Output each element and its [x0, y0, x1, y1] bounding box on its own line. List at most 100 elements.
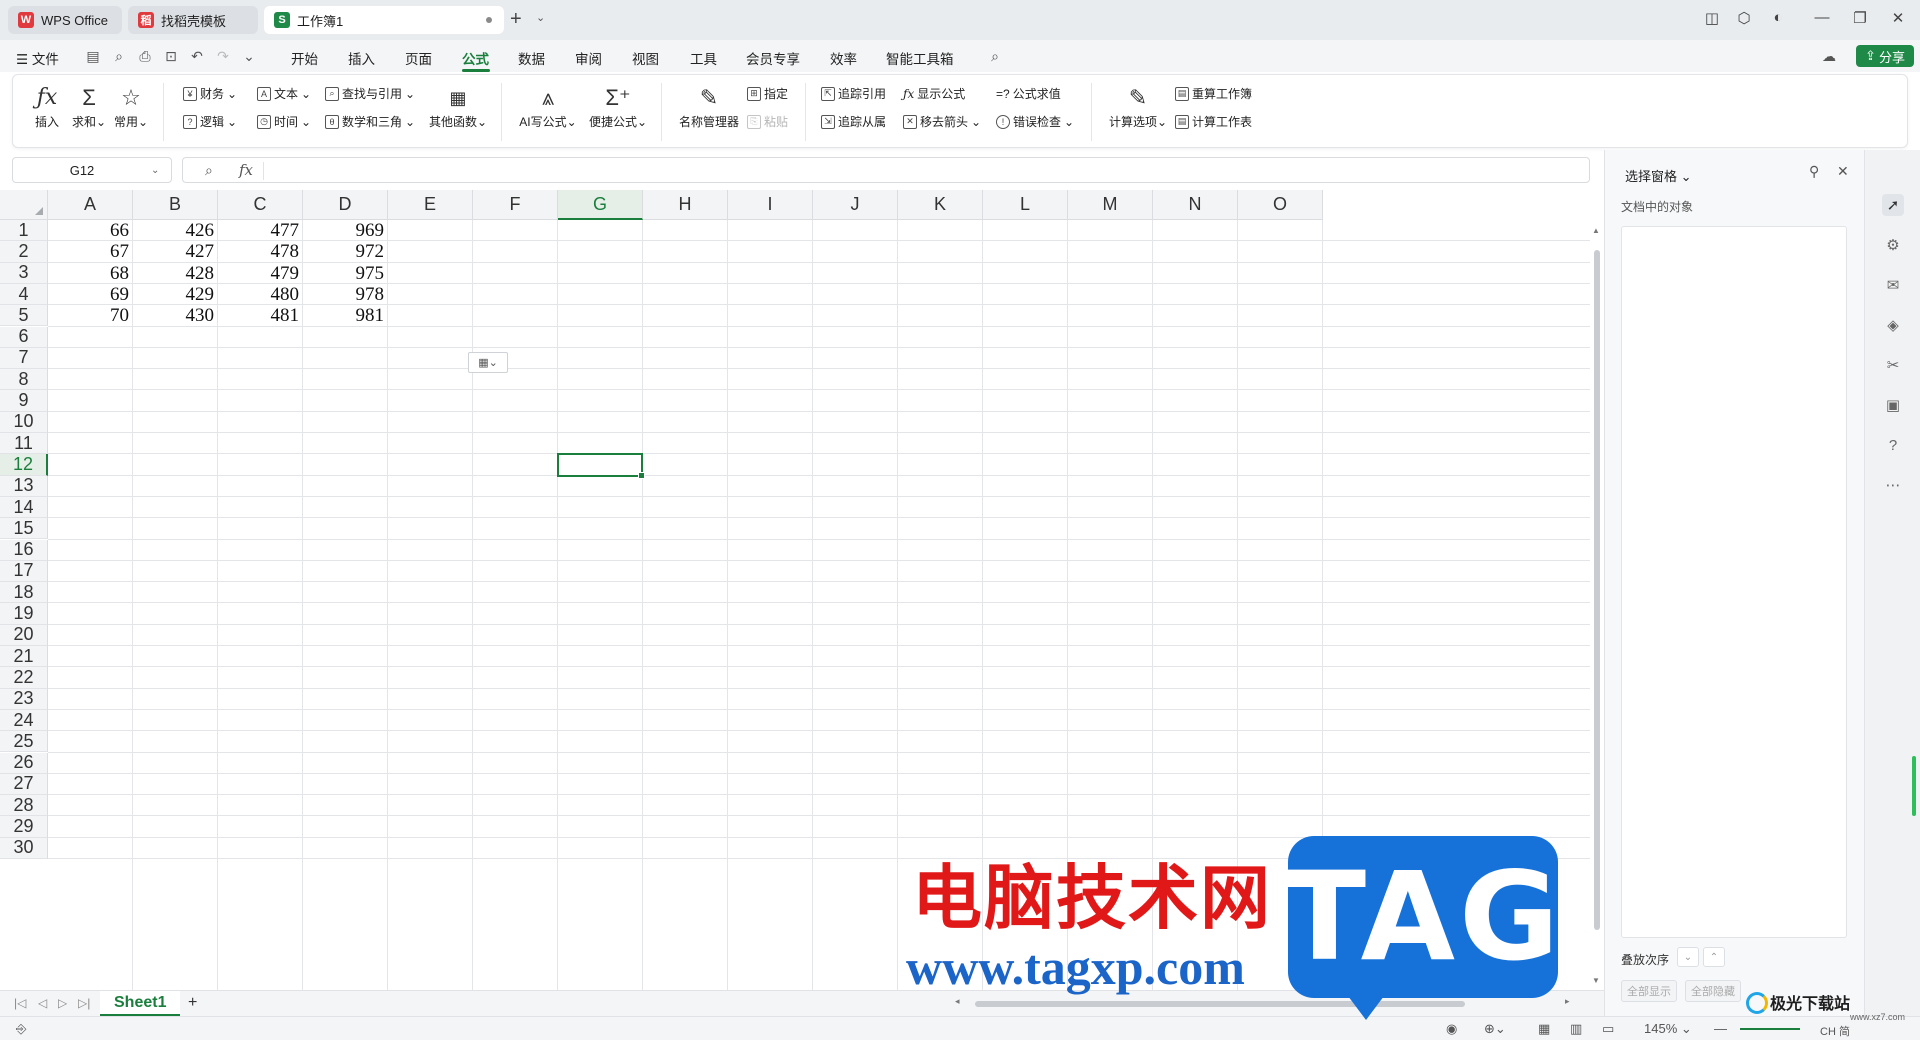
scrollbar-thumb[interactable]: [975, 1001, 1465, 1007]
normal-view-icon[interactable]: ▦: [1538, 1021, 1550, 1037]
cell-d5[interactable]: 981: [303, 305, 388, 326]
logic-button[interactable]: ? 逻辑 ⌄: [183, 113, 237, 130]
row-header-24[interactable]: 24: [0, 710, 48, 732]
zoom-out-icon[interactable]: —: [1714, 1021, 1727, 1036]
row-header-3[interactable]: 3: [0, 262, 48, 284]
print-icon[interactable]: ⎙: [136, 48, 154, 65]
tab-insert[interactable]: 插入: [348, 48, 375, 68]
vertical-scrollbar[interactable]: ▲ ▼: [1590, 220, 1604, 990]
eye-protection-icon[interactable]: ◉: [1446, 1021, 1457, 1037]
paste-options-button[interactable]: ▦⌄: [468, 352, 508, 373]
print-preview-icon[interactable]: ⊡: [162, 48, 180, 65]
evaluate-formula-button[interactable]: =? 公式求值: [996, 85, 1061, 102]
zoom-formula-icon[interactable]: ⌕: [205, 162, 213, 179]
row-header-29[interactable]: 29: [0, 816, 48, 838]
paste-names-button[interactable]: ⎘ 粘贴: [747, 113, 788, 130]
cell-c2[interactable]: 478: [218, 241, 303, 262]
trace-precedents-button[interactable]: ⇱ 追踪引用: [821, 85, 886, 102]
row-header-30[interactable]: 30: [0, 837, 48, 859]
page-break-icon[interactable]: ▭: [1602, 1021, 1614, 1037]
select-pointer-icon[interactable]: ➚: [1882, 194, 1904, 216]
recalc-workbook-button[interactable]: ▤ 重算工作簿: [1175, 85, 1252, 102]
math-button[interactable]: θ 数学和三角 ⌄: [325, 113, 415, 130]
specify-button[interactable]: ⊞ 指定: [747, 85, 788, 102]
row-header-25[interactable]: 25: [0, 731, 48, 753]
trace-dependents-button[interactable]: ⇲ 追踪从属: [821, 113, 886, 130]
column-header-a[interactable]: A: [48, 190, 133, 220]
name-box[interactable]: G12 ⌄: [12, 157, 172, 183]
tab-review[interactable]: 审阅: [575, 48, 602, 68]
error-check-button[interactable]: ! 错误检查 ⌄: [996, 113, 1074, 130]
column-header-l[interactable]: L: [983, 190, 1068, 220]
row-header-21[interactable]: 21: [0, 646, 48, 668]
add-sheet-button[interactable]: +: [188, 994, 197, 1012]
quick-formula-button[interactable]: Σ⁺ 便捷公式⌄: [585, 83, 651, 130]
text-button[interactable]: A 文本 ⌄: [257, 85, 311, 102]
cell-c4[interactable]: 480: [218, 284, 303, 305]
row-header-7[interactable]: 7: [0, 347, 48, 370]
tab-formulas[interactable]: 公式: [462, 48, 489, 68]
row-header-12[interactable]: 12: [0, 454, 48, 476]
row-header-13[interactable]: 13: [0, 475, 48, 497]
cell-d1[interactable]: 969: [303, 220, 388, 241]
common-functions-button[interactable]: ☆ 常用⌄: [105, 83, 157, 130]
tab-home[interactable]: 开始: [291, 48, 318, 68]
read-mode-icon[interactable]: ▣: [1882, 394, 1904, 416]
tools-icon[interactable]: ✂: [1882, 354, 1904, 376]
column-header-b[interactable]: B: [133, 190, 218, 220]
tab-template[interactable]: 稻 找稻壳模板: [128, 6, 258, 34]
column-header-k[interactable]: K: [898, 190, 983, 220]
active-cell-selection[interactable]: [557, 453, 645, 479]
smart-analysis-icon[interactable]: ◈: [1882, 314, 1904, 336]
tab-data[interactable]: 数据: [518, 48, 545, 68]
column-header-o[interactable]: O: [1238, 190, 1323, 220]
column-header-i[interactable]: I: [728, 190, 813, 220]
row-header-1[interactable]: 1: [0, 220, 48, 242]
cell-d2[interactable]: 972: [303, 241, 388, 262]
column-header-g[interactable]: G: [558, 190, 643, 220]
comment-icon[interactable]: ✉: [1882, 274, 1904, 296]
prev-sheet-icon[interactable]: ◁: [38, 996, 47, 1010]
row-header-10[interactable]: 10: [0, 411, 48, 433]
undo-icon[interactable]: ↶: [188, 48, 206, 65]
quick-access-chevron-icon[interactable]: ⌄: [240, 48, 258, 65]
cell-a3[interactable]: 68: [48, 263, 133, 284]
unsaved-dot-icon[interactable]: [486, 17, 492, 23]
format-painter-icon[interactable]: ⌕: [110, 48, 128, 65]
share-button[interactable]: ⇪ 分享: [1856, 45, 1914, 67]
tab-page[interactable]: 页面: [405, 48, 432, 68]
cell-b5[interactable]: 430: [133, 305, 218, 326]
row-header-16[interactable]: 16: [0, 539, 48, 561]
cell-a4[interactable]: 69: [48, 284, 133, 305]
more-icon[interactable]: ⋯: [1882, 474, 1904, 496]
cube-icon[interactable]: ⬡: [1734, 9, 1754, 27]
time-button[interactable]: ◷ 时间 ⌄: [257, 113, 311, 130]
tab-member[interactable]: 会员专享: [746, 48, 800, 68]
row-header-17[interactable]: 17: [0, 560, 48, 583]
row-header-11[interactable]: 11: [0, 433, 48, 455]
show-formulas-button[interactable]: ƒx 显示公式: [903, 85, 965, 102]
cell-b2[interactable]: 427: [133, 241, 218, 262]
row-header-14[interactable]: 14: [0, 497, 48, 519]
save-icon[interactable]: ▤: [84, 48, 102, 65]
tab-tools[interactable]: 工具: [690, 48, 717, 68]
search-icon[interactable]: ⌕: [986, 48, 1004, 65]
close-icon[interactable]: ✕: [1888, 9, 1908, 27]
macro-icon[interactable]: ⎆: [16, 1021, 26, 1037]
cell-d3[interactable]: 975: [303, 263, 388, 284]
move-down-button[interactable]: ⌄: [1677, 947, 1699, 967]
column-header-c[interactable]: C: [218, 190, 303, 220]
tab-wps-office[interactable]: W WPS Office: [8, 6, 122, 34]
name-box-chevron-icon[interactable]: ⌄: [151, 165, 171, 176]
row-header-15[interactable]: 15: [0, 518, 48, 540]
column-header-e[interactable]: E: [388, 190, 473, 220]
cell-a2[interactable]: 67: [48, 241, 133, 262]
row-header-20[interactable]: 20: [0, 624, 48, 646]
redo-icon[interactable]: ↷: [214, 48, 232, 65]
cell-c1[interactable]: 477: [218, 220, 303, 241]
row-header-9[interactable]: 9: [0, 390, 48, 412]
properties-icon[interactable]: ⚙: [1882, 234, 1904, 256]
formula-bar[interactable]: ⌕ fx: [182, 157, 1590, 183]
remove-arrows-button[interactable]: ✕ 移去箭头 ⌄: [903, 113, 981, 130]
tab-workbook[interactable]: S 工作簿1: [264, 6, 504, 34]
